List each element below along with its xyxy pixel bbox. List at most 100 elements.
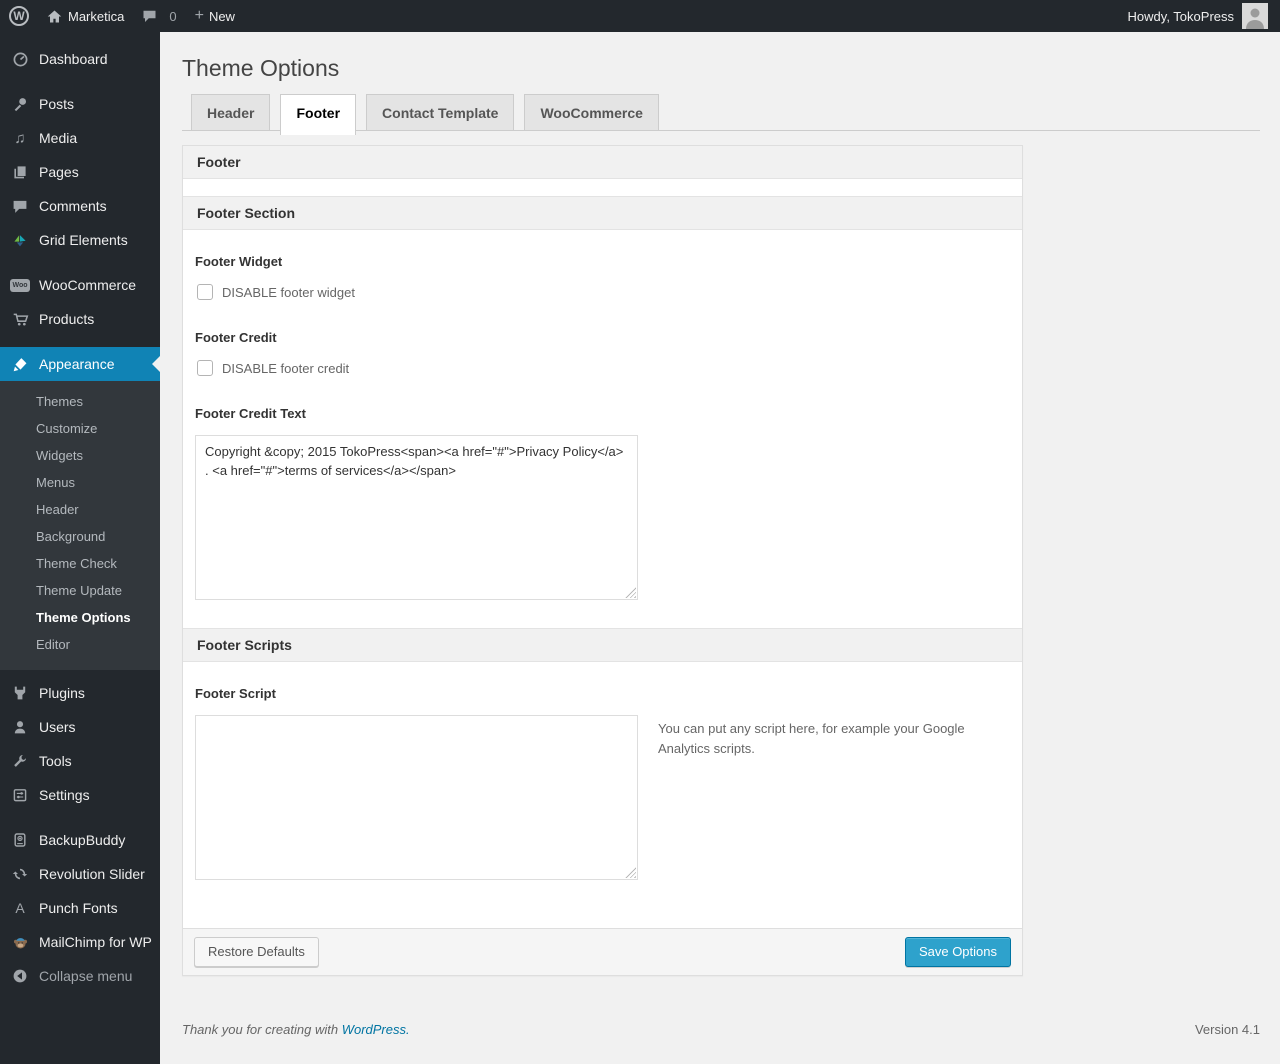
wordpress-logo-icon xyxy=(9,6,29,26)
admin-bar-right: Howdy, TokoPress xyxy=(1128,0,1280,32)
admin-menu-lower: Plugins Users Tools Settings BackupBuddy xyxy=(0,676,160,993)
sidebar-item-label: MailChimp for WP xyxy=(39,934,152,950)
footer-credit-textarea-wrap: Copyright &copy; 2015 TokoPress<span><a … xyxy=(195,435,638,600)
submenu-item-themes[interactable]: Themes xyxy=(0,388,160,415)
sidebar-item-users[interactable]: Users xyxy=(0,710,160,744)
sidebar-item-label: Grid Elements xyxy=(39,232,128,248)
wordpress-logo-menu[interactable] xyxy=(0,0,38,32)
footer-script-row: You can put any script here, for example… xyxy=(195,701,1008,880)
disable-footer-credit-label: DISABLE footer credit xyxy=(222,360,350,376)
submenu-item-menus[interactable]: Menus xyxy=(0,469,160,496)
footer-options-panel: Footer Footer Section Footer Widget DISA… xyxy=(182,145,1023,977)
wordpress-link[interactable]: WordPress. xyxy=(342,1022,410,1037)
plus-icon xyxy=(195,8,204,24)
sidebar-item-settings[interactable]: Settings xyxy=(0,778,160,812)
restore-defaults-button[interactable]: Restore Defaults xyxy=(194,937,319,968)
admin-footer: Thank you for creating with WordPress. V… xyxy=(182,1022,1260,1049)
appearance-brush-icon xyxy=(9,356,31,373)
sidebar-item-label: Plugins xyxy=(39,685,85,701)
footer-widget-checkbox-row: DISABLE footer widget xyxy=(197,284,1008,300)
site-name-link[interactable]: Marketica xyxy=(38,0,133,32)
thanks-prefix: Thank you for creating with xyxy=(182,1022,342,1038)
sidebar-item-label: Pages xyxy=(39,164,79,180)
disable-footer-widget-label: DISABLE footer widget xyxy=(222,284,355,300)
cycle-arrows-icon xyxy=(9,866,31,882)
user-avatar[interactable] xyxy=(1242,3,1268,29)
admin-bar-left: Marketica 0 New xyxy=(0,0,244,32)
sidebar-item-backupbuddy[interactable]: BackupBuddy xyxy=(0,823,160,857)
sidebar-item-dashboard[interactable]: Dashboard xyxy=(0,42,160,76)
plugin-icon xyxy=(9,685,31,701)
sidebar-item-label: Users xyxy=(39,719,76,735)
submenu-item-widgets[interactable]: Widgets xyxy=(0,442,160,469)
footer-credit-textarea[interactable]: Copyright &copy; 2015 TokoPress<span><a … xyxy=(195,435,638,600)
posts-icon xyxy=(9,96,31,113)
sidebar-item-pages[interactable]: Pages xyxy=(0,155,160,189)
home-icon xyxy=(47,9,62,24)
panel-action-bar: Restore Defaults Save Options xyxy=(183,928,1022,976)
howdy-account-link[interactable]: Howdy, TokoPress xyxy=(1128,9,1234,24)
submenu-item-theme-update[interactable]: Theme Update xyxy=(0,577,160,604)
footer-credit-text-label: Footer Credit Text xyxy=(195,406,306,421)
sidebar-item-media[interactable]: ♫ Media xyxy=(0,121,160,155)
sidebar-item-label: Products xyxy=(39,311,95,327)
sidebar-item-label: Posts xyxy=(39,96,75,112)
dashboard-icon xyxy=(9,51,31,68)
sidebar-item-grid-elements[interactable]: Grid Elements xyxy=(0,223,160,257)
sidebar-item-label: Punch Fonts xyxy=(39,900,118,916)
settings-sliders-icon xyxy=(9,787,31,803)
disable-footer-credit-checkbox[interactable] xyxy=(197,360,213,376)
tab-contact-template[interactable]: Contact Template xyxy=(366,94,515,131)
tab-header[interactable]: Header xyxy=(191,94,271,131)
sidebar-item-revolution-slider[interactable]: Revolution Slider xyxy=(0,857,160,891)
footer-script-textarea[interactable] xyxy=(195,715,638,880)
sidebar-item-label: Tools xyxy=(39,753,72,769)
sidebar-item-appearance[interactable]: Appearance xyxy=(0,347,160,381)
sidebar-item-label: Media xyxy=(39,130,78,146)
tab-footer[interactable]: Footer xyxy=(280,94,357,136)
submenu-item-theme-check[interactable]: Theme Check xyxy=(0,550,160,577)
submenu-item-editor[interactable]: Editor xyxy=(0,631,160,658)
footer-scripts-body: Footer Script You can put any script her… xyxy=(183,662,1022,928)
comments-admin-bar[interactable]: 0 xyxy=(133,0,185,32)
submenu-item-header[interactable]: Header xyxy=(0,496,160,523)
sidebar-item-tools[interactable]: Tools xyxy=(0,744,160,778)
comment-bubble-icon xyxy=(142,9,157,23)
sidebar-item-label: Revolution Slider xyxy=(39,866,145,882)
sidebar-item-products[interactable]: Products xyxy=(0,302,160,336)
footer-box-header: Footer xyxy=(183,146,1022,179)
sidebar-item-comments[interactable]: Comments xyxy=(0,189,160,223)
sidebar-item-woocommerce[interactable]: Woo WooCommerce xyxy=(0,268,160,302)
collapse-arrow-icon xyxy=(9,968,31,984)
save-options-button[interactable]: Save Options xyxy=(904,937,1011,968)
footer-script-label: Footer Script xyxy=(195,686,276,701)
sidebar-item-mailchimp[interactable]: MailChimp for WP xyxy=(0,925,160,959)
submenu-item-background[interactable]: Background xyxy=(0,523,160,550)
comment-count: 0 xyxy=(169,8,177,24)
submenu-item-theme-options[interactable]: Theme Options xyxy=(0,604,160,631)
version-label: Version 4.1 xyxy=(1194,1022,1260,1038)
footer-credit-label: Footer Credit xyxy=(195,330,277,345)
sidebar-item-label: Collapse menu xyxy=(39,968,133,984)
submenu-item-customize[interactable]: Customize xyxy=(0,415,160,442)
user-icon xyxy=(9,719,31,735)
footer-widget-label: Footer Widget xyxy=(195,254,283,269)
sidebar-item-label: Dashboard xyxy=(39,51,108,67)
sidebar-item-label: Comments xyxy=(39,198,107,214)
sidebar-item-collapse-menu[interactable]: Collapse menu xyxy=(0,959,160,993)
footer-credit-checkbox-row: DISABLE footer credit xyxy=(197,360,1008,376)
new-label: New xyxy=(208,8,235,24)
footer-section-header: Footer Section xyxy=(183,196,1022,230)
sidebar-item-posts[interactable]: Posts xyxy=(0,87,160,121)
media-icon: ♫ xyxy=(14,129,26,147)
backupbuddy-icon xyxy=(9,832,31,848)
cart-icon xyxy=(9,311,31,328)
footer-scripts-header: Footer Scripts xyxy=(183,628,1022,662)
tab-woocommerce[interactable]: WooCommerce xyxy=(524,94,659,131)
sidebar-item-punch-fonts[interactable]: A Punch Fonts xyxy=(0,891,160,925)
disable-footer-widget-checkbox[interactable] xyxy=(197,284,213,300)
sidebar-item-plugins[interactable]: Plugins xyxy=(0,676,160,710)
new-content-menu[interactable]: New xyxy=(186,0,244,32)
admin-sidebar: Dashboard Posts ♫ Media Pages Comments G… xyxy=(0,32,160,1064)
page-title: Theme Options xyxy=(182,55,340,81)
